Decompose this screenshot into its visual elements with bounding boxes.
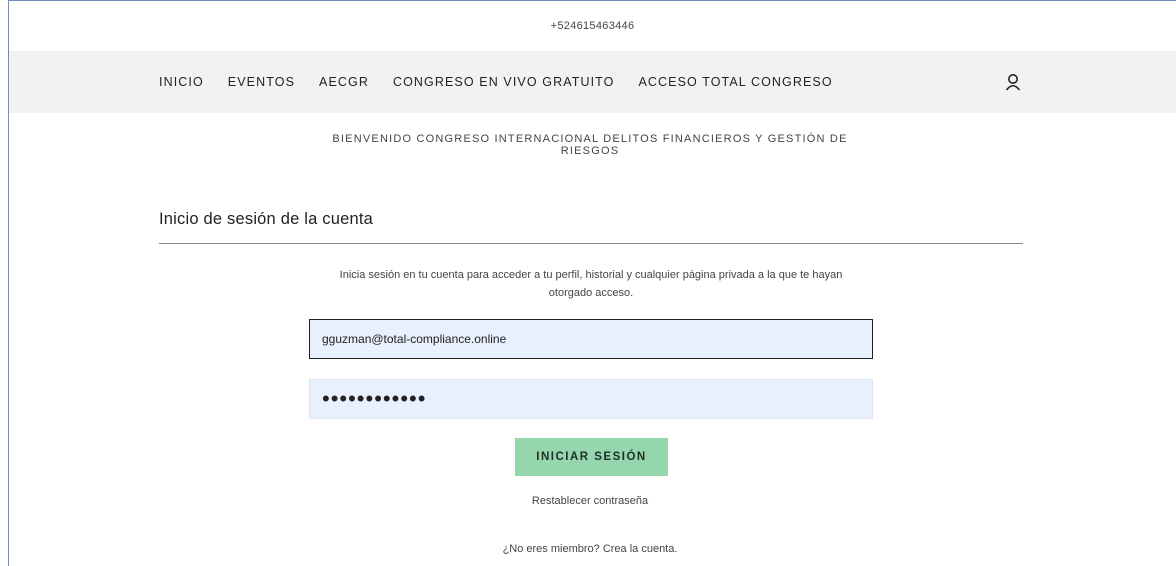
nav-item-inicio[interactable]: INICIO — [159, 75, 204, 89]
title-divider — [159, 243, 1023, 244]
password-field[interactable] — [309, 379, 873, 419]
user-icon[interactable] — [1004, 73, 1022, 91]
top-bar: +524615463446 — [9, 1, 1176, 51]
reset-password-link[interactable]: Restablecer contraseña — [490, 495, 690, 507]
signup-link[interactable]: ¿No eres miembro? Crea la cuenta. — [440, 543, 740, 555]
nav-item-eventos[interactable]: EVENTOS — [228, 75, 295, 89]
page-title: Inicio de sesión de la cuenta — [159, 210, 374, 228]
phone-number[interactable]: +524615463446 — [551, 20, 635, 32]
nav-item-congreso-en-vivo[interactable]: CONGRESO EN VIVO GRATUITO — [393, 75, 615, 89]
welcome-line-1: BIENVENIDO CONGRESO INTERNACIONAL DELITO… — [332, 133, 848, 145]
login-intro: Inicia sesión en tu cuenta para acceder … — [310, 266, 872, 302]
welcome-line-2: RIESGOS — [560, 145, 620, 157]
intro-line-2: otorgado acceso. — [548, 287, 634, 299]
nav-items: INICIO EVENTOS AECGR CONGRESO EN VIVO GR… — [159, 51, 857, 113]
main-nav: INICIO EVENTOS AECGR CONGRESO EN VIVO GR… — [9, 51, 1176, 113]
nav-item-acceso-total[interactable]: ACCESO TOTAL CONGRESO — [638, 75, 832, 89]
welcome-banner: BIENVENIDO CONGRESO INTERNACIONAL DELITO… — [320, 133, 860, 157]
nav-item-aecgr[interactable]: AECGR — [319, 75, 369, 89]
intro-line-1: Inicia sesión en tu cuenta para acceder … — [339, 269, 843, 281]
email-field[interactable] — [309, 319, 873, 359]
login-button[interactable]: INICIAR SESIÓN — [515, 438, 668, 476]
